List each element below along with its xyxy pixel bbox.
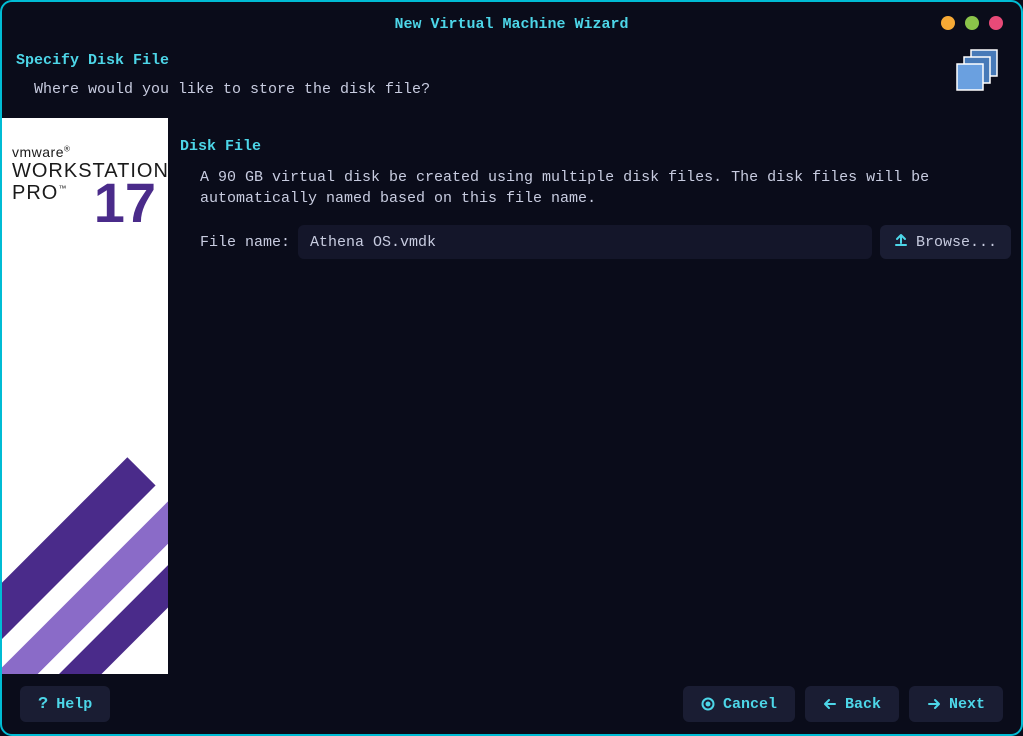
wizard-window: New Virtual Machine Wizard Specify Disk … [0, 0, 1023, 736]
arrow-left-icon [823, 697, 837, 711]
wizard-body: vmware® WORKSTATION PRO™ 17 Disk File A … [2, 118, 1021, 674]
close-button[interactable] [989, 16, 1003, 30]
cancel-label: Cancel [723, 696, 777, 713]
help-button[interactable]: ? Help [20, 686, 110, 722]
titlebar: New Virtual Machine Wizard [2, 2, 1021, 46]
browse-button[interactable]: Browse... [880, 225, 1011, 259]
minimize-button[interactable] [941, 16, 955, 30]
wizard-header: Specify Disk File Where would you like t… [2, 46, 1021, 118]
step-subtitle: Where would you like to store the disk f… [34, 81, 1007, 98]
brand-version: 17 [94, 170, 156, 235]
cancel-icon [701, 697, 715, 711]
section-title: Disk File [180, 138, 1011, 155]
window-title: New Virtual Machine Wizard [394, 16, 628, 33]
browse-label: Browse... [916, 234, 997, 251]
maximize-button[interactable] [965, 16, 979, 30]
brand-vendor: vmware [12, 144, 64, 160]
next-label: Next [949, 696, 985, 713]
back-label: Back [845, 696, 881, 713]
cancel-button[interactable]: Cancel [683, 686, 795, 722]
wizard-footer: ? Help Cancel Back [2, 674, 1021, 734]
brand-edition: PRO [12, 182, 58, 204]
help-label: Help [56, 696, 92, 713]
arrow-right-icon [927, 697, 941, 711]
file-name-input[interactable] [298, 225, 872, 259]
traffic-lights [941, 16, 1003, 30]
step-title: Specify Disk File [16, 52, 1007, 69]
back-button[interactable]: Back [805, 686, 899, 722]
file-name-label: File name: [200, 234, 290, 251]
disk-stack-icon [953, 46, 1003, 101]
section-description: A 90 GB virtual disk be created using mu… [200, 167, 1011, 209]
next-button[interactable]: Next [909, 686, 1003, 722]
file-name-row: File name: Browse... [200, 225, 1011, 259]
decorative-stripes [2, 457, 168, 674]
help-icon: ? [38, 695, 48, 714]
sidebar-brand-panel: vmware® WORKSTATION PRO™ 17 [2, 118, 168, 674]
upload-icon [894, 233, 908, 252]
wizard-content: Disk File A 90 GB virtual disk be create… [168, 118, 1021, 674]
